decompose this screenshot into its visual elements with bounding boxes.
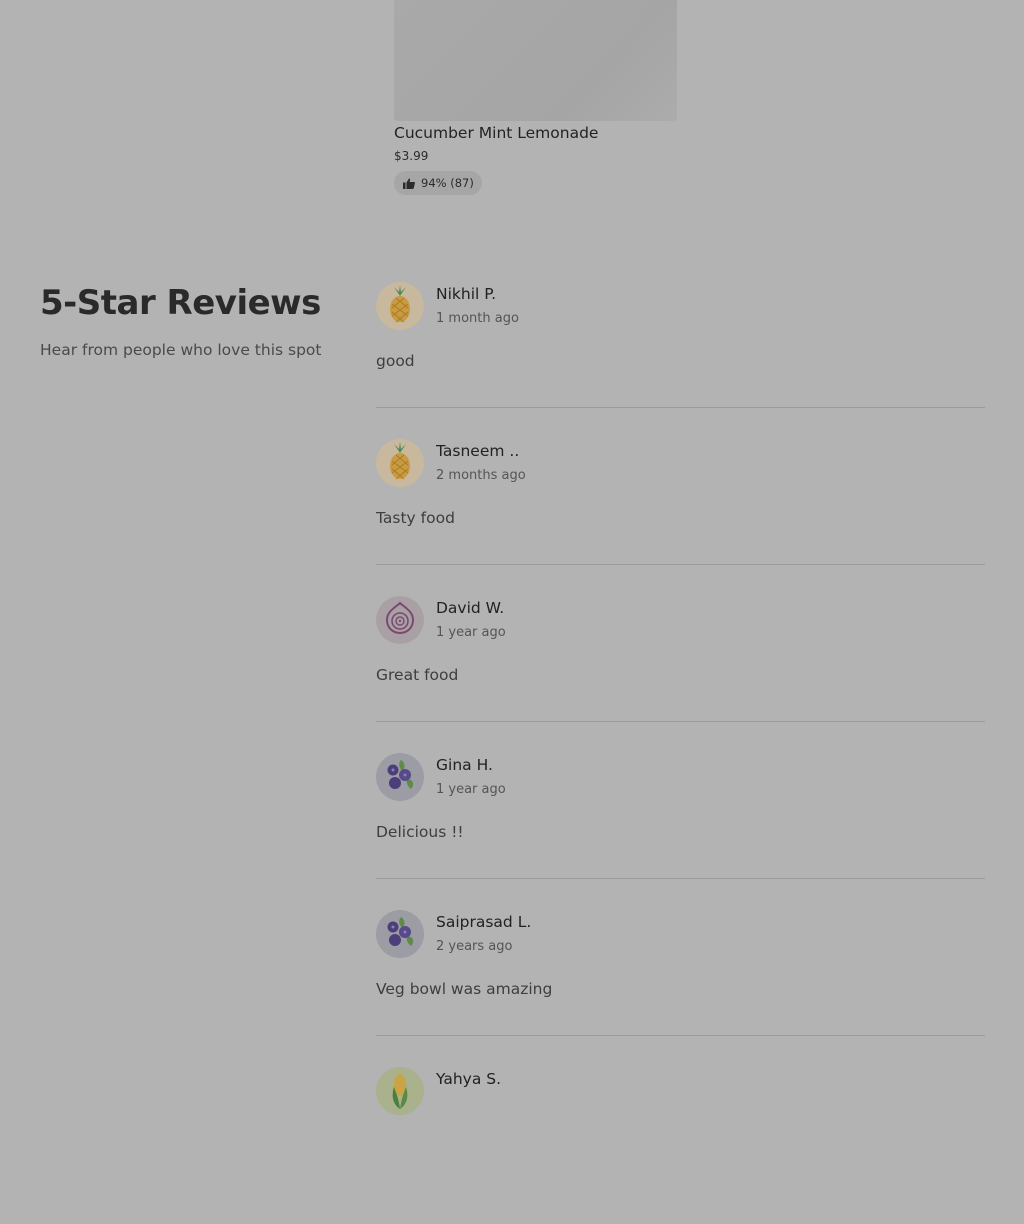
product-image[interactable] — [394, 0, 677, 121]
reviewer-name[interactable]: Nikhil P. — [436, 285, 496, 303]
review-date: 2 years ago — [436, 939, 513, 954]
onion-icon — [383, 601, 417, 639]
review-date: 1 year ago — [436, 625, 506, 640]
pineapple-icon — [385, 441, 415, 485]
review-card: Tasneem .. 2 months ago Tasty food — [376, 439, 985, 596]
reviewer-name[interactable]: Gina H. — [436, 756, 493, 774]
review-card: Saiprasad L. 2 years ago Veg bowl was am… — [376, 910, 985, 1067]
rating-badge: 94% (87) — [394, 171, 482, 195]
avatar — [376, 596, 424, 644]
rating-text: 94% (87) — [421, 176, 474, 190]
review-date: 1 year ago — [436, 782, 506, 797]
product-price: $3.99 — [394, 149, 429, 163]
avatar — [376, 910, 424, 958]
divider — [376, 721, 985, 722]
reviewer-name[interactable]: Yahya S. — [436, 1070, 501, 1088]
review-text: Veg bowl was amazing — [376, 980, 553, 998]
review-text: Great food — [376, 666, 459, 684]
reviewer-name[interactable]: David W. — [436, 599, 504, 617]
review-card: Nikhil P. 1 month ago good — [376, 282, 985, 439]
review-text: good — [376, 352, 415, 370]
divider — [376, 1035, 985, 1036]
review-date: 2 months ago — [436, 468, 526, 483]
review-card: Gina H. 1 year ago Delicious !! — [376, 753, 985, 910]
reviewer-name[interactable]: Saiprasad L. — [436, 913, 531, 931]
section-subtitle: Hear from people who love this spot — [40, 341, 322, 359]
corn-icon — [385, 1069, 415, 1113]
pineapple-icon — [385, 284, 415, 328]
divider — [376, 407, 985, 408]
divider — [376, 878, 985, 879]
avatar — [376, 439, 424, 487]
avatar — [376, 753, 424, 801]
review-text: Delicious !! — [376, 823, 464, 841]
divider — [376, 564, 985, 565]
thumbs-up-icon — [403, 178, 415, 189]
review-text: Tasty food — [376, 509, 455, 527]
review-date: 1 month ago — [436, 311, 519, 326]
blueberries-icon — [383, 758, 417, 796]
product-name[interactable]: Cucumber Mint Lemonade — [394, 124, 598, 142]
reviewer-name[interactable]: Tasneem .. — [436, 442, 519, 460]
section-title: 5-Star Reviews — [40, 283, 321, 323]
review-list: Nikhil P. 1 month ago good Tasneem .. 2 … — [376, 282, 985, 1224]
review-card: David W. 1 year ago Great food — [376, 596, 985, 753]
avatar — [376, 1067, 424, 1115]
avatar — [376, 282, 424, 330]
blueberries-icon — [383, 915, 417, 953]
review-card: Yahya S. — [376, 1067, 985, 1224]
